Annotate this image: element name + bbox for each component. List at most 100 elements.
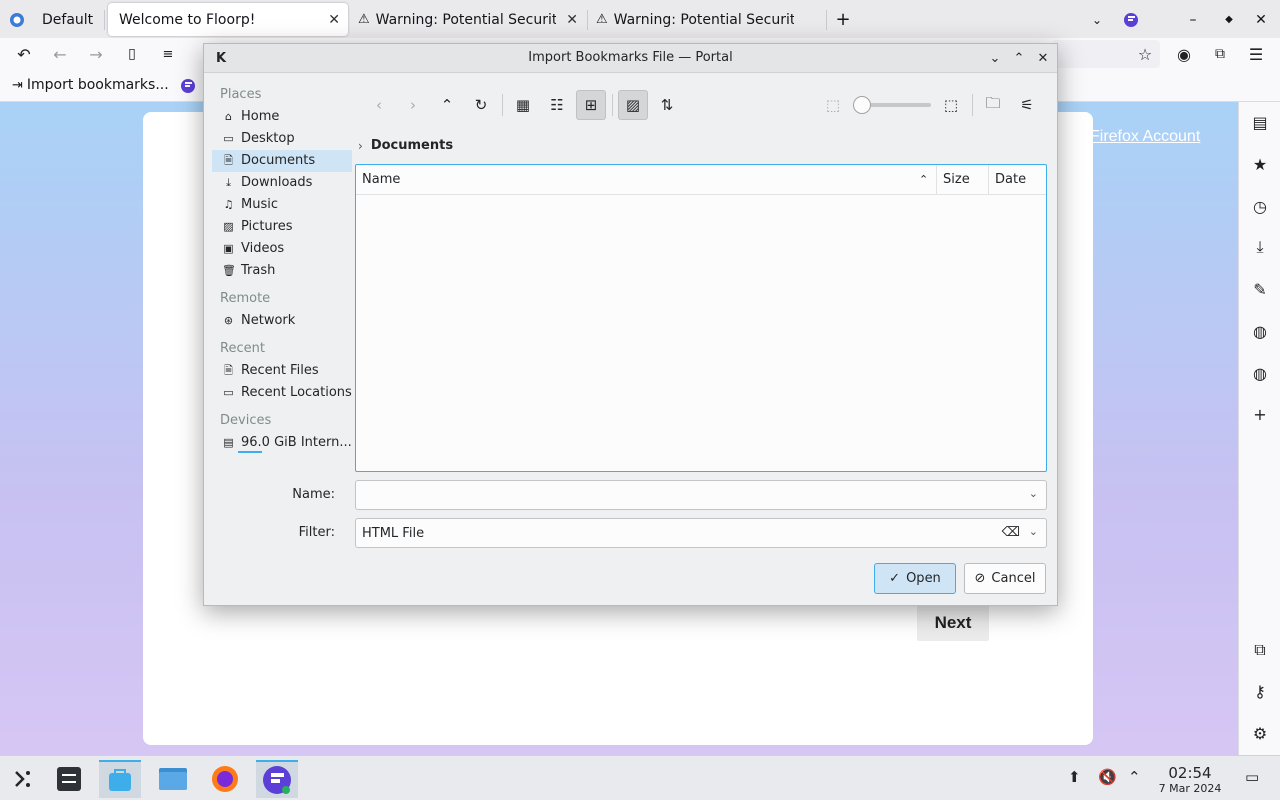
filename-input[interactable]: ⌄ — [355, 480, 1047, 510]
place-desktop[interactable]: ▭ Desktop — [212, 128, 352, 150]
tab-default[interactable]: Default — [6, 3, 102, 36]
dialog-titlebar[interactable]: K Import Bookmarks File — Portal ⌄ ⌃ ✕ — [204, 44, 1057, 73]
maximize-icon[interactable]: ◆ — [1218, 3, 1240, 36]
place-recent-files[interactable]: 🗎 Recent Files — [212, 360, 352, 382]
preview-icon[interactable]: ▨ — [618, 90, 648, 120]
zoom-slider-handle[interactable] — [853, 96, 871, 114]
place-pictures[interactable]: ▨ Pictures — [212, 216, 352, 238]
place-recent-locations[interactable]: ▭ Recent Locations — [212, 382, 352, 404]
list-icon[interactable]: ≡ — [156, 42, 180, 66]
sidebar-toggle-icon[interactable]: ▯ — [120, 42, 144, 66]
breadcrumb[interactable]: › Documents — [358, 138, 453, 153]
drive-icon: ▤ — [223, 436, 234, 449]
tab-warning-1[interactable]: ⚠ Warning: Potential Security Risk Ahead… — [350, 3, 586, 36]
volume-muted-icon[interactable]: 🔇 — [1098, 768, 1117, 786]
filter-combobox[interactable]: HTML File ⌫ ⌄ — [355, 518, 1047, 548]
import-bookmarks-item[interactable]: ⇥ Import bookmarks... — [12, 77, 169, 93]
system-settings-icon[interactable] — [48, 760, 90, 798]
cancel-button[interactable]: ⊘ Cancel — [964, 563, 1046, 594]
settings-gear-icon[interactable]: ⚙ — [1248, 721, 1272, 745]
list-tabs-icon[interactable]: ⌄ — [1086, 3, 1108, 36]
place-network[interactable]: ⊛ Network — [212, 310, 352, 332]
sort-icon[interactable]: ⇅ — [652, 90, 682, 120]
clear-icon[interactable]: ⌫ — [1002, 525, 1020, 540]
place-device-internal[interactable]: ▤ 96.0 GiB Intern... — [212, 432, 352, 454]
close-dialog-icon[interactable]: ✕ — [1034, 49, 1052, 67]
chevron-down-icon[interactable]: ⌄ — [1029, 525, 1038, 538]
forward-icon[interactable]: → — [84, 42, 108, 66]
close-tab-icon[interactable]: ✕ — [566, 12, 578, 28]
close-tab-icon[interactable]: ✕ — [328, 12, 340, 28]
maximize-icon[interactable]: ⌃ — [1010, 49, 1028, 67]
show-desktop-icon[interactable]: ▭ — [1245, 768, 1259, 786]
downloads-icon[interactable]: ⤓ — [1248, 235, 1272, 259]
popout-icon[interactable]: ⧉ — [1248, 638, 1272, 662]
extensions-icon[interactable]: ⧉ — [1208, 42, 1232, 66]
floorp-taskbar-icon[interactable] — [256, 760, 298, 798]
column-size[interactable]: Size — [936, 165, 988, 195]
place-label: Videos — [241, 241, 285, 256]
compact-view-icon[interactable]: ☷ — [542, 90, 572, 120]
place-trash[interactable]: 🗑 Trash — [212, 260, 352, 282]
places-panel: Places ⌂ Home ▭ Desktop 🗎 Documents ⤓ Downlo… — [212, 84, 352, 453]
web-panel-icon[interactable]: ◍ — [1248, 361, 1272, 385]
minimize-icon[interactable]: – — [1182, 3, 1204, 36]
app-launcher-icon[interactable] — [2, 760, 44, 798]
updates-icon[interactable]: ⬆ — [1068, 768, 1081, 786]
detailed-tree-view-icon[interactable]: ⊞ — [576, 90, 606, 120]
file-manager-icon[interactable] — [152, 760, 194, 798]
clock-time: 02:54 — [1168, 764, 1212, 782]
menu-icon[interactable]: ☰ — [1244, 42, 1268, 66]
tab-label: Welcome to Floorp! — [119, 11, 256, 28]
chevron-down-icon[interactable]: ⌄ — [1029, 487, 1038, 500]
filter-row: Filter: HTML File ⌫ ⌄ — [274, 518, 1047, 548]
zoom-slider[interactable] — [853, 96, 931, 114]
forward-icon[interactable]: › — [398, 90, 428, 120]
place-label: Recent Files — [241, 363, 319, 378]
next-button[interactable]: Next — [917, 605, 989, 641]
account-icon[interactable]: ◉ — [1172, 42, 1196, 66]
bookmarks-icon[interactable]: ★ — [1248, 152, 1272, 176]
minimize-icon[interactable]: ⌄ — [986, 49, 1004, 67]
column-date[interactable]: Date — [988, 165, 1046, 195]
place-home[interactable]: ⌂ Home — [212, 106, 352, 128]
notes-icon[interactable]: ✎ — [1248, 277, 1272, 301]
file-list[interactable]: Name ⌃ Size Date — [355, 164, 1047, 472]
tab-welcome[interactable]: Welcome to Floorp! ✕ — [108, 3, 348, 36]
portal-file-dialog-icon[interactable] — [99, 760, 141, 798]
back-icon[interactable]: ← — [48, 42, 72, 66]
web-panel-icon[interactable]: ◍ — [1248, 319, 1272, 343]
toolbox-icon[interactable]: ▤ — [1248, 110, 1272, 134]
profile-icon — [6, 9, 28, 31]
place-videos[interactable]: ▣ Videos — [212, 238, 352, 260]
place-music[interactable]: ♫ Music — [212, 194, 352, 216]
options-icon[interactable]: ⚟ — [1012, 90, 1042, 120]
parent-folder-icon[interactable]: ⌃ — [432, 90, 462, 120]
reload-icon[interactable]: ↻ — [466, 90, 496, 120]
close-window-icon[interactable]: ✕ — [1250, 3, 1272, 36]
breadcrumb-documents[interactable]: Documents — [371, 138, 453, 153]
import-icon: ⇥ — [12, 77, 23, 93]
back-icon[interactable]: ‹ — [364, 90, 394, 120]
tray-expand-icon[interactable]: ⌃ — [1128, 768, 1141, 786]
zoom-out-icon[interactable]: ⬚ — [818, 90, 848, 120]
place-downloads[interactable]: ⤓ Downloads — [212, 172, 352, 194]
key-icon[interactable]: ⚷ — [1248, 679, 1272, 703]
add-panel-icon[interactable]: + — [1248, 402, 1272, 426]
account-link[interactable]: Firefox Account — [1090, 128, 1200, 146]
firefox-icon[interactable] — [204, 760, 246, 798]
tab-warning-2[interactable]: ⚠ Warning: Potential Security Risk Ahead — [588, 3, 824, 36]
open-button[interactable]: ✓ Open — [874, 563, 956, 594]
undo-icon[interactable]: ↶ — [12, 42, 36, 66]
column-name[interactable]: Name — [356, 165, 936, 195]
place-documents[interactable]: 🗎 Documents — [212, 150, 352, 172]
icons-view-icon[interactable]: ▦ — [508, 90, 538, 120]
floorp-logo-icon[interactable] — [1120, 3, 1142, 36]
bookmark-star-icon[interactable]: ☆ — [1133, 42, 1157, 66]
new-tab-button[interactable]: + — [832, 3, 854, 36]
floorp-bookmark-icon[interactable] — [180, 78, 196, 98]
clock[interactable]: 02:54 7 Mar 2024 — [1150, 764, 1230, 795]
new-folder-icon[interactable]: 🗀 — [978, 90, 1008, 120]
zoom-in-icon[interactable]: ⬚ — [936, 90, 966, 120]
history-icon[interactable]: ◷ — [1248, 194, 1272, 218]
